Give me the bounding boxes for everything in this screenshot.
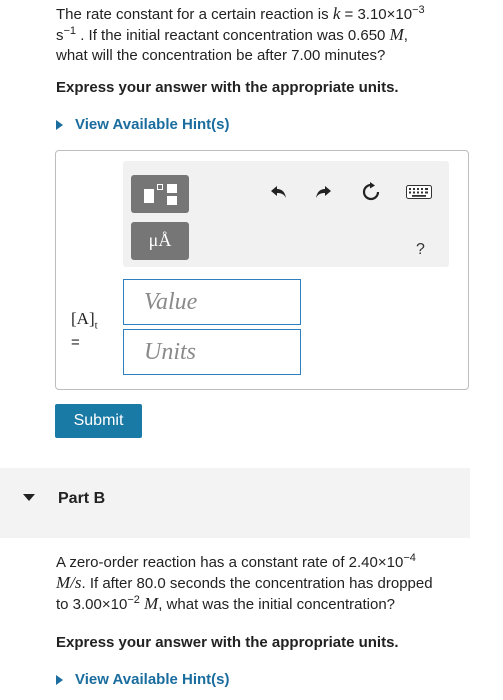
question-text: , what was the initial concentration?: [158, 596, 396, 613]
caret-down-icon: [23, 494, 35, 501]
part-b-instruction: Express your answer with the appropriate…: [56, 634, 399, 651]
part-b-header[interactable]: Part B: [0, 468, 470, 538]
units-input[interactable]: Units: [123, 329, 301, 375]
rate-exponent: −4: [403, 552, 416, 564]
equals-sign: =: [71, 334, 80, 351]
help-button[interactable]: ?: [416, 241, 425, 259]
templates-icon: [144, 189, 154, 203]
question-text: . If after 80.0 seconds the concentratio…: [81, 575, 433, 592]
units-button[interactable]: μÅ: [131, 222, 189, 260]
rate-constant-value: = 3.10×10: [340, 6, 413, 23]
templates-button[interactable]: [131, 175, 189, 213]
rate-constant-exponent: −3: [412, 4, 425, 16]
rate-unit: M/s: [56, 573, 82, 592]
question-text: what will the concentration be after 7.0…: [56, 47, 386, 64]
units-label: μÅ: [148, 230, 172, 250]
part-a-question: The rate constant for a certain reaction…: [56, 4, 476, 66]
part-b-question: A zero-order reaction has a constant rat…: [56, 553, 476, 615]
value-input[interactable]: Value: [123, 279, 301, 325]
hint-label: View Available Hint(s): [75, 671, 230, 688]
question-text: . If the initial reactant concentration …: [76, 27, 390, 44]
mastering-chemistry-page: The rate constant for a certain reaction…: [0, 0, 503, 700]
part-a-hint-link[interactable]: View Available Hint(s): [56, 116, 230, 133]
answer-box: μÅ ? [A]t = Value Units: [55, 150, 469, 390]
submit-button[interactable]: Submit: [55, 404, 142, 438]
keyboard-icon[interactable]: [405, 181, 433, 203]
part-b-title: Part B: [58, 490, 106, 507]
concentration-label: [A]t: [71, 309, 98, 331]
question-text: A zero-order reaction has a constant rat…: [56, 554, 404, 571]
undo-icon[interactable]: [268, 181, 290, 203]
caret-right-icon: [56, 674, 63, 685]
redo-icon[interactable]: [312, 181, 334, 203]
question-text: ,: [403, 27, 408, 44]
part-b-hint-link[interactable]: View Available Hint(s): [56, 671, 230, 688]
unit-s-exponent: −1: [63, 25, 77, 37]
reset-icon[interactable]: [360, 181, 382, 203]
time-subscript: t: [94, 319, 98, 332]
molarity-symbol: M: [389, 25, 404, 44]
hint-label: View Available Hint(s): [75, 116, 230, 133]
part-a-instruction: Express your answer with the appropriate…: [56, 79, 399, 96]
equation-toolbar: μÅ ?: [123, 161, 449, 267]
caret-right-icon: [56, 119, 63, 130]
question-text: to 3.00×10: [56, 596, 128, 613]
unit-s: s: [56, 27, 64, 44]
question-text: The rate constant for a certain reaction…: [56, 6, 333, 23]
molarity-symbol: M: [144, 594, 159, 613]
concentration-symbol: [A]: [71, 309, 95, 328]
concentration-exponent: −2: [127, 594, 140, 606]
